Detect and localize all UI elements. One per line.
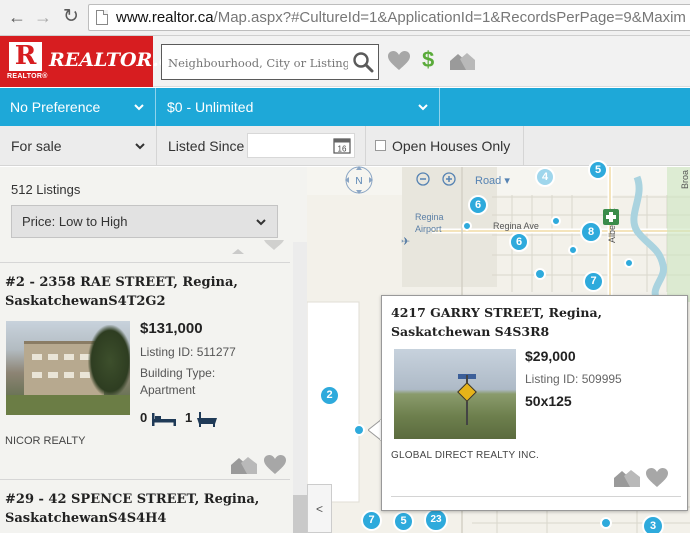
site-header: R REALTOR® REALTOR.ca $ [0,36,690,87]
house-icon[interactable] [448,50,476,72]
popup-realty: GLOBAL DIRECT REALTY INC. [391,450,540,461]
divider [365,126,366,166]
filter-bar-primary: No Preference $0 - Unlimited [0,88,690,126]
sort-select[interactable]: Price: Low to High [11,205,278,238]
calendar-icon[interactable]: 16 [333,137,351,154]
chevron-down-icon [135,143,145,150]
map-pin-cluster[interactable]: 6 [509,232,529,252]
listed-since-label: Listed Since [168,138,245,154]
map-pin[interactable] [462,221,472,231]
search-icon[interactable] [352,51,374,73]
map-pin-cluster[interactable]: 7 [361,510,382,531]
back-arrow-icon[interactable]: ← [6,6,28,28]
listings-scrollbar[interactable] [293,242,307,533]
page-icon [96,10,108,25]
popup-listing-id: Listing ID: 509995 [525,372,622,386]
filter-bar-secondary: For sale Listed Since 16 Open Houses Onl… [0,126,690,166]
listing-price: $131,000 [140,320,203,337]
map-pin-cluster[interactable]: 5 [393,511,414,532]
popup-divider [391,496,681,497]
favorite-heart-icon[interactable] [644,467,670,489]
property-type-value: No Preference [10,99,101,115]
hospital-icon [603,209,619,225]
map-pin[interactable] [624,258,634,268]
previous-listing-actions [230,240,284,259]
compass-control[interactable]: N [338,165,380,195]
address-url: www.realtor.ca/Map.aspx?#CultureId=1&App… [116,9,686,26]
listing-photo[interactable] [6,321,130,415]
house-icon[interactable] [230,455,258,475]
chevron-down-icon [256,219,266,226]
listing-id: Listing ID: 511277 [140,345,236,359]
chevron-down-icon [418,104,428,111]
calendar-day: 16 [338,145,347,154]
building-type: Building Type: Apartment [140,366,216,397]
transaction-type-value: For sale [11,138,62,154]
listings-panel: 512 Listings Price: Low to High #2 - 235… [0,167,307,533]
compass-label: N [355,176,362,187]
map-pin[interactable] [353,424,365,436]
street-label-broad: Broa [680,169,690,189]
bathtub-icon [197,412,217,427]
map-pin[interactable] [600,517,612,529]
map-type-select[interactable]: Road ▾ [475,174,510,187]
popup-lot-size: 50x125 [525,393,572,409]
property-type-select[interactable]: No Preference [0,88,156,126]
bed-icon [152,413,176,426]
bedroom-count: 0 [140,410,148,425]
open-houses-label: Open Houses Only [392,138,511,154]
listing-popup[interactable]: 4217 GARRY STREET, Regina, Saskatchewan … [381,295,688,511]
map-pin-cluster[interactable]: 5 [588,160,608,180]
realtor-logo[interactable]: R REALTOR® REALTOR.ca [0,36,183,87]
listing-divider [0,479,290,480]
popup-photo[interactable] [394,349,516,439]
favorite-heart-icon[interactable] [262,454,288,476]
map-pin-cluster[interactable]: 7 [583,271,604,292]
map-pin[interactable] [568,245,578,255]
price-range-value: $0 - Unlimited [167,99,254,115]
map-pin-cluster[interactable]: 8 [580,221,602,243]
map-pin-cluster[interactable]: 6 [468,195,488,215]
listing-count: 512 Listings [11,182,81,197]
map-pin-cluster[interactable]: 23 [424,508,448,532]
airport-icon: ✈ [401,236,411,248]
listing-address[interactable]: #29 - 42 SPENCE STREET, Regina, Saskatch… [5,490,259,528]
chevron-down-icon [134,104,144,111]
map-label-airport: Airport [415,224,442,234]
popup-address[interactable]: 4217 GARRY STREET, Regina, Saskatchewan … [391,303,681,341]
open-houses-checkbox[interactable] [375,140,386,151]
reload-icon[interactable]: ↻ [60,6,82,28]
popup-price: $29,000 [525,348,576,364]
popup-pointer [368,419,382,441]
map-pin-cluster[interactable]: 2 [319,385,340,406]
house-icon[interactable] [613,468,641,488]
listing-address[interactable]: #2 - 2358 RAE STREET, Regina, Saskatchew… [5,273,238,311]
transaction-type-select[interactable]: For sale [0,126,157,166]
realtor-mark-label: REALTOR® [7,73,48,80]
dollar-icon[interactable]: $ [422,47,434,73]
map-pin[interactable] [551,216,561,226]
search-box [161,44,379,80]
zoom-in-icon[interactable] [442,172,456,186]
map-label-airport: Regina [415,212,444,222]
zoom-out-icon[interactable] [416,172,430,186]
listings-scrollbar-thumb[interactable] [293,495,307,533]
map-pin-cluster[interactable]: 4 [535,167,555,187]
browser-toolbar: ← → ↻ www.realtor.ca/Map.aspx?#CultureId… [0,0,690,36]
map-pin-cluster[interactable]: 3 [642,515,664,533]
listing-realty: NICOR REALTY [5,435,86,447]
realtor-r-mark: R [9,42,42,71]
listing-divider [0,262,290,263]
forward-arrow-icon[interactable]: → [32,6,54,28]
favorites-heart-icon[interactable] [387,50,411,72]
sort-value: Price: Low to High [22,214,128,229]
collapse-panel-button[interactable]: < [307,484,332,533]
bathroom-count: 1 [185,410,193,425]
street-label-regina-ave: Regina Ave [493,221,539,231]
price-range-select[interactable]: $0 - Unlimited [157,88,440,126]
address-bar[interactable]: www.realtor.ca/Map.aspx?#CultureId=1&App… [88,4,690,31]
divider [523,126,524,166]
search-input[interactable] [168,53,348,73]
map-pin[interactable] [534,268,546,280]
